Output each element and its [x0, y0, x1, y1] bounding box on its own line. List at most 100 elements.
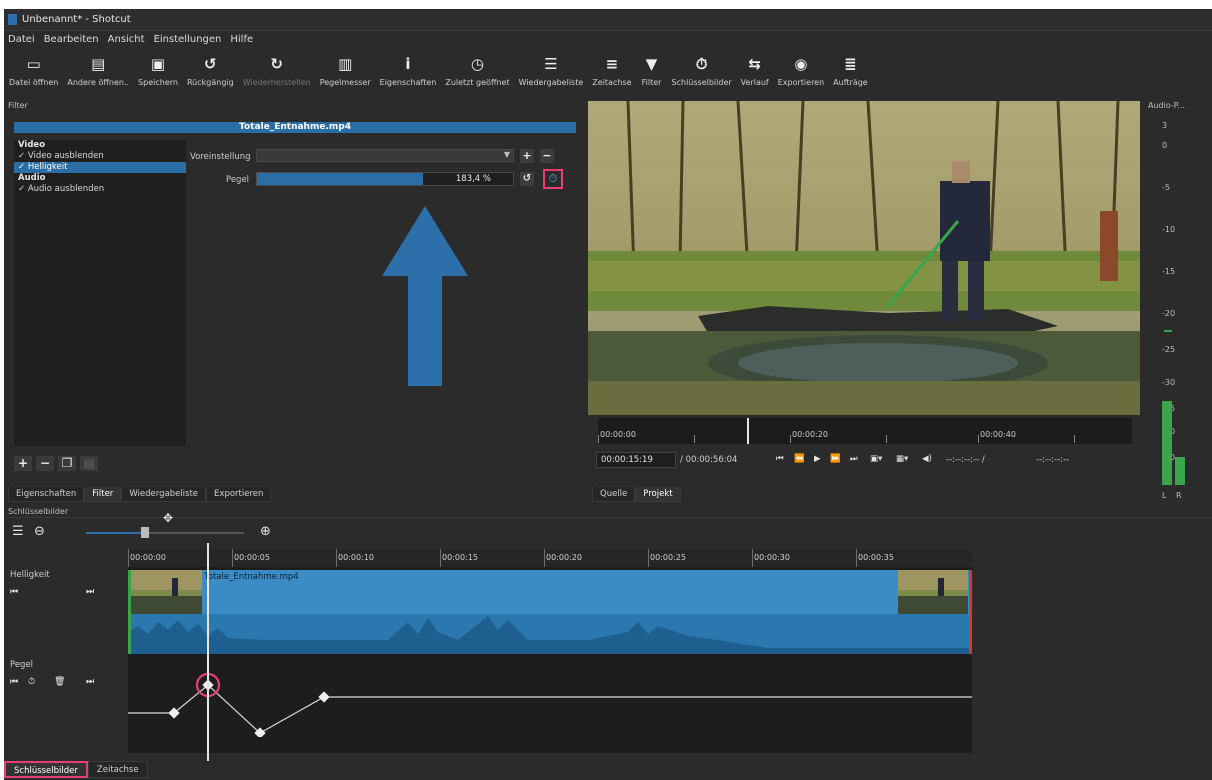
waveform-graphic [128, 616, 972, 654]
tab-source[interactable]: Quelle [592, 487, 636, 502]
clip-thumbnail-image [128, 570, 202, 614]
audio-meter-panel: Audio-P... 3 0 -5 -10 -15 -20 -25 -30 -3… [1144, 101, 1212, 505]
properties-button[interactable]: i Eigenschaften [380, 49, 437, 87]
zoom-slider-handle[interactable] [141, 527, 149, 538]
menu-datei[interactable]: Datei [8, 34, 35, 45]
db-scale-label: 3 [1162, 121, 1168, 130]
timeline-clip[interactable]: Totale_Entnahme.mp4 [128, 570, 972, 654]
recent-button[interactable]: ◷ Zuletzt geöffnet [445, 49, 509, 87]
skip-next-icon[interactable]: ⏭ [850, 454, 858, 464]
preset-combo[interactable]: ▼ [256, 149, 514, 162]
filter-item-audio-fade[interactable]: ✓ Audio ausblenden [14, 184, 186, 195]
remove-preset-button[interactable]: − [540, 149, 554, 163]
meter-peak [1164, 330, 1172, 332]
undo-icon: ↺ [204, 55, 217, 73]
move-cursor-icon: ✥ [163, 511, 174, 525]
playlist-button[interactable]: ☰ Wiedergabeliste [519, 49, 584, 87]
menu-hilfe[interactable]: Hilfe [230, 34, 253, 45]
skip-previous-icon[interactable]: ⏮ [10, 677, 18, 687]
tab-properties[interactable]: Eigenschaften [8, 487, 85, 502]
copy-filter-button[interactable]: ❐ [58, 456, 76, 471]
skip-previous-icon[interactable]: ⏮ [776, 454, 784, 464]
fast-forward-icon[interactable]: ⏩ [830, 454, 841, 464]
redo-button[interactable]: ↻ Wiederherstellen [243, 49, 311, 87]
tab-keyframes[interactable]: Schlüsselbilder [4, 761, 88, 778]
tab-playlist[interactable]: Wiedergabeliste [121, 487, 207, 502]
video-preview[interactable] [588, 101, 1140, 415]
menu-bearbeiten[interactable]: Bearbeiten [44, 34, 99, 45]
open-file-button[interactable]: ▭ Datei öffnen [9, 49, 58, 87]
ruler-label: 00:00:35 [858, 553, 894, 562]
db-scale-label: -5 [1162, 183, 1170, 192]
reset-level-button[interactable]: ↺ [520, 172, 534, 186]
play-icon[interactable]: ▶ [814, 454, 821, 464]
filter-item-video-fade[interactable]: ✓ Video ausblenden [14, 151, 186, 162]
player-ruler[interactable]: 00:00:00 00:00:20 00:00:40 [598, 418, 1132, 444]
keyframes-panel-title: Schlüsselbilder [8, 507, 69, 516]
skip-previous-icon[interactable]: ⏮ [10, 587, 18, 597]
track-header-brightness: Helligkeit ⏮ ⏭ [4, 567, 126, 657]
audio-meter-title: Audio-P... [1148, 101, 1185, 110]
grid-icon[interactable]: ▦▾ [896, 454, 908, 464]
keyframe-toggle-button[interactable]: ⏱ [543, 169, 563, 189]
folder-icon: ▭ [26, 55, 41, 73]
tab-project[interactable]: Projekt [635, 487, 681, 502]
timeline-ruler[interactable]: 00:00:00 00:00:05 00:00:10 00:00:15 00:0… [128, 549, 972, 567]
menu-ansicht[interactable]: Ansicht [108, 34, 145, 45]
filter-button[interactable]: ▼ Filter [641, 49, 663, 87]
menu-einstellungen[interactable]: Einstellungen [154, 34, 222, 45]
bottom-tabs: Schlüsselbilder Zeitachse [4, 761, 148, 778]
paste-filter-button[interactable]: ▤ [80, 456, 98, 471]
ruler-tick [978, 435, 979, 443]
channel-label-left: L [1162, 491, 1167, 500]
undo-button[interactable]: ↺ Rückgängig [187, 49, 234, 87]
stopwatch-icon: ⏱ [695, 55, 708, 73]
level-slider[interactable]: 183,4 % [256, 172, 514, 186]
open-other-icon: ▤ [91, 55, 106, 73]
save-button[interactable]: ▣ Speichern [138, 49, 178, 87]
open-other-button[interactable]: ▤ Andere öffnen.. [67, 49, 129, 87]
clock-icon: ◷ [470, 55, 485, 73]
ruler-tick [694, 435, 695, 443]
jobs-button[interactable]: ≣ Aufträge [833, 49, 868, 87]
zoom-out-icon[interactable]: ⊖ [34, 524, 45, 539]
volume-icon[interactable]: ◀) [922, 454, 932, 464]
current-time-value: 00:00:15:19 [601, 455, 653, 465]
add-preset-button[interactable]: + [520, 149, 534, 163]
history-button[interactable]: ⇆ Verlauf [741, 49, 769, 87]
player-playhead[interactable] [747, 418, 749, 444]
timeline-playhead[interactable] [207, 543, 209, 761]
tab-filter[interactable]: Filter [84, 487, 122, 502]
clip-out-marker[interactable] [969, 570, 972, 654]
add-filter-button[interactable]: + [14, 456, 32, 471]
stopwatch-icon[interactable]: ⏱ [28, 677, 35, 687]
keyframe-curve[interactable] [128, 657, 972, 737]
export-icon: ◉ [794, 55, 808, 73]
keyframes-button[interactable]: ⏱ Schlüsselbilder [672, 49, 732, 87]
db-scale-label: -25 [1162, 345, 1176, 354]
ruler-tick [598, 435, 599, 443]
ruler-tick [886, 435, 887, 443]
zoom-slider-rest [149, 532, 244, 534]
tab-export[interactable]: Exportieren [206, 487, 272, 502]
export-button[interactable]: ◉ Exportieren [778, 49, 824, 87]
level-meter-button[interactable]: ▥ Pegelmesser [320, 49, 371, 87]
ruler-label: 00:00:20 [546, 553, 582, 562]
level-label: Pegel [226, 175, 250, 185]
zoom-in-icon[interactable]: ⊕ [260, 524, 271, 539]
tab-timeline[interactable]: Zeitachse [87, 761, 148, 778]
menu-icon[interactable]: ☰ [12, 524, 24, 539]
ruler-tick [648, 549, 649, 567]
filter-item-brightness[interactable]: ✓ Helligkeit [14, 162, 186, 173]
trash-icon[interactable]: 🗑 [54, 677, 65, 687]
keyframes-timeline[interactable]: 00:00:00 00:00:05 00:00:10 00:00:15 00:0… [128, 543, 972, 761]
skip-next-icon[interactable]: ⏭ [86, 587, 94, 597]
rewind-icon[interactable]: ⏪ [794, 454, 805, 464]
skip-next-icon[interactable]: ⏭ [86, 677, 94, 687]
zoom-icon[interactable]: ▣▾ [870, 454, 882, 464]
clip-in-marker[interactable] [128, 570, 131, 654]
remove-filter-button[interactable]: − [36, 456, 54, 471]
filter-panel-title: Filter [8, 101, 28, 110]
timeline-button[interactable]: ≡ Zeitachse [592, 49, 631, 87]
current-time-field[interactable]: 00:00:15:19 [596, 452, 676, 468]
